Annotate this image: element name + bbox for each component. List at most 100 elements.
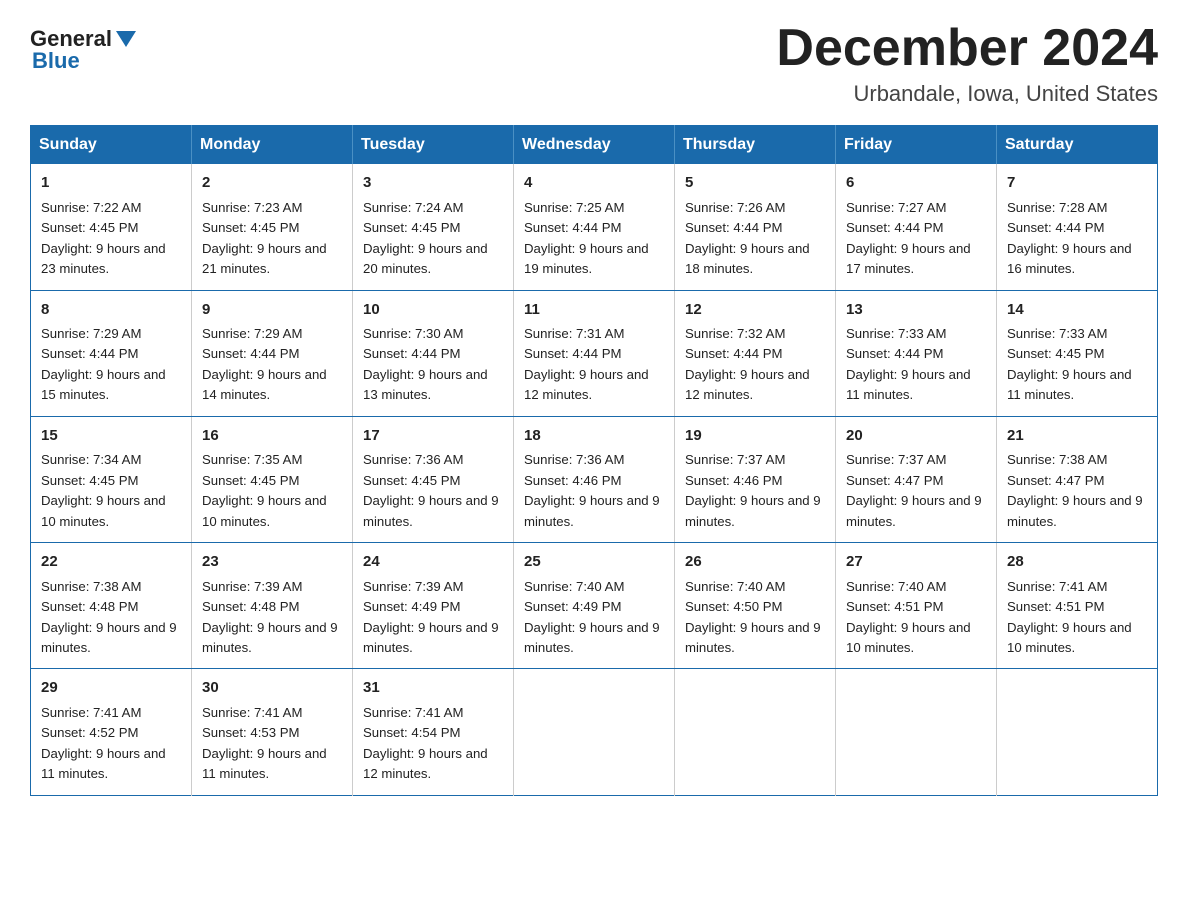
sunset-label: Sunset: 4:45 PM xyxy=(202,220,300,235)
day-number: 10 xyxy=(363,299,503,322)
calendar-cell: 26 Sunrise: 7:40 AM Sunset: 4:50 PM Dayl… xyxy=(675,543,836,669)
day-number: 30 xyxy=(202,677,342,700)
calendar-cell: 11 Sunrise: 7:31 AM Sunset: 4:44 PM Dayl… xyxy=(514,290,675,416)
daylight-label: Daylight: 9 hours and 23 minutes. xyxy=(41,241,166,276)
day-of-week-header: Saturday xyxy=(997,126,1158,165)
sunset-label: Sunset: 4:44 PM xyxy=(41,346,139,361)
daylight-label: Daylight: 9 hours and 11 minutes. xyxy=(202,746,327,781)
calendar-week-row: 15 Sunrise: 7:34 AM Sunset: 4:45 PM Dayl… xyxy=(31,416,1158,542)
daylight-label: Daylight: 9 hours and 15 minutes. xyxy=(41,367,166,402)
calendar-cell: 23 Sunrise: 7:39 AM Sunset: 4:48 PM Dayl… xyxy=(192,543,353,669)
day-number: 24 xyxy=(363,551,503,574)
day-info: Sunrise: 7:40 AM Sunset: 4:50 PM Dayligh… xyxy=(685,577,825,659)
sunrise-label: Sunrise: 7:39 AM xyxy=(202,579,302,594)
day-info: Sunrise: 7:22 AM Sunset: 4:45 PM Dayligh… xyxy=(41,198,181,280)
calendar-cell: 9 Sunrise: 7:29 AM Sunset: 4:44 PM Dayli… xyxy=(192,290,353,416)
calendar-cell xyxy=(675,669,836,795)
day-info: Sunrise: 7:41 AM Sunset: 4:51 PM Dayligh… xyxy=(1007,577,1147,659)
day-of-week-header: Monday xyxy=(192,126,353,165)
calendar-cell: 12 Sunrise: 7:32 AM Sunset: 4:44 PM Dayl… xyxy=(675,290,836,416)
day-info: Sunrise: 7:37 AM Sunset: 4:47 PM Dayligh… xyxy=(846,450,986,532)
day-info: Sunrise: 7:38 AM Sunset: 4:48 PM Dayligh… xyxy=(41,577,181,659)
sunrise-label: Sunrise: 7:26 AM xyxy=(685,200,785,215)
day-info: Sunrise: 7:39 AM Sunset: 4:48 PM Dayligh… xyxy=(202,577,342,659)
day-number: 15 xyxy=(41,425,181,448)
calendar-cell xyxy=(836,669,997,795)
day-number: 28 xyxy=(1007,551,1147,574)
sunset-label: Sunset: 4:44 PM xyxy=(363,346,461,361)
sunset-label: Sunset: 4:51 PM xyxy=(846,599,944,614)
day-info: Sunrise: 7:30 AM Sunset: 4:44 PM Dayligh… xyxy=(363,324,503,406)
sunset-label: Sunset: 4:44 PM xyxy=(685,220,783,235)
calendar-cell: 21 Sunrise: 7:38 AM Sunset: 4:47 PM Dayl… xyxy=(997,416,1158,542)
day-number: 29 xyxy=(41,677,181,700)
sunset-label: Sunset: 4:51 PM xyxy=(1007,599,1105,614)
sunrise-label: Sunrise: 7:29 AM xyxy=(41,326,141,341)
day-info: Sunrise: 7:34 AM Sunset: 4:45 PM Dayligh… xyxy=(41,450,181,532)
daylight-label: Daylight: 9 hours and 12 minutes. xyxy=(363,746,488,781)
day-info: Sunrise: 7:29 AM Sunset: 4:44 PM Dayligh… xyxy=(202,324,342,406)
day-number: 19 xyxy=(685,425,825,448)
month-title: December 2024 xyxy=(776,20,1158,77)
day-number: 12 xyxy=(685,299,825,322)
daylight-label: Daylight: 9 hours and 17 minutes. xyxy=(846,241,971,276)
calendar-week-row: 8 Sunrise: 7:29 AM Sunset: 4:44 PM Dayli… xyxy=(31,290,1158,416)
daylight-label: Daylight: 9 hours and 16 minutes. xyxy=(1007,241,1132,276)
sunset-label: Sunset: 4:44 PM xyxy=(202,346,300,361)
sunset-label: Sunset: 4:50 PM xyxy=(685,599,783,614)
sunset-label: Sunset: 4:44 PM xyxy=(1007,220,1105,235)
calendar-cell: 30 Sunrise: 7:41 AM Sunset: 4:53 PM Dayl… xyxy=(192,669,353,795)
sunset-label: Sunset: 4:45 PM xyxy=(1007,346,1105,361)
calendar-table: SundayMondayTuesdayWednesdayThursdayFrid… xyxy=(30,125,1158,796)
calendar-week-row: 1 Sunrise: 7:22 AM Sunset: 4:45 PM Dayli… xyxy=(31,164,1158,290)
sunset-label: Sunset: 4:47 PM xyxy=(846,473,944,488)
day-info: Sunrise: 7:27 AM Sunset: 4:44 PM Dayligh… xyxy=(846,198,986,280)
day-number: 11 xyxy=(524,299,664,322)
sunrise-label: Sunrise: 7:38 AM xyxy=(41,579,141,594)
calendar-cell: 20 Sunrise: 7:37 AM Sunset: 4:47 PM Dayl… xyxy=(836,416,997,542)
sunrise-label: Sunrise: 7:38 AM xyxy=(1007,452,1107,467)
day-of-week-header: Sunday xyxy=(31,126,192,165)
day-info: Sunrise: 7:33 AM Sunset: 4:45 PM Dayligh… xyxy=(1007,324,1147,406)
day-info: Sunrise: 7:38 AM Sunset: 4:47 PM Dayligh… xyxy=(1007,450,1147,532)
calendar-week-row: 22 Sunrise: 7:38 AM Sunset: 4:48 PM Dayl… xyxy=(31,543,1158,669)
sunrise-label: Sunrise: 7:27 AM xyxy=(846,200,946,215)
sunset-label: Sunset: 4:45 PM xyxy=(363,473,461,488)
day-number: 18 xyxy=(524,425,664,448)
day-number: 2 xyxy=(202,172,342,195)
sunrise-label: Sunrise: 7:33 AM xyxy=(846,326,946,341)
sunrise-label: Sunrise: 7:40 AM xyxy=(524,579,624,594)
calendar-cell: 3 Sunrise: 7:24 AM Sunset: 4:45 PM Dayli… xyxy=(353,164,514,290)
sunrise-label: Sunrise: 7:40 AM xyxy=(846,579,946,594)
calendar-cell: 15 Sunrise: 7:34 AM Sunset: 4:45 PM Dayl… xyxy=(31,416,192,542)
sunset-label: Sunset: 4:53 PM xyxy=(202,725,300,740)
day-of-week-header: Friday xyxy=(836,126,997,165)
calendar-cell xyxy=(997,669,1158,795)
calendar-cell: 2 Sunrise: 7:23 AM Sunset: 4:45 PM Dayli… xyxy=(192,164,353,290)
daylight-label: Daylight: 9 hours and 9 minutes. xyxy=(685,620,821,655)
day-info: Sunrise: 7:33 AM Sunset: 4:44 PM Dayligh… xyxy=(846,324,986,406)
calendar-header: SundayMondayTuesdayWednesdayThursdayFrid… xyxy=(31,126,1158,165)
sunrise-label: Sunrise: 7:32 AM xyxy=(685,326,785,341)
day-number: 17 xyxy=(363,425,503,448)
calendar-cell: 10 Sunrise: 7:30 AM Sunset: 4:44 PM Dayl… xyxy=(353,290,514,416)
day-info: Sunrise: 7:29 AM Sunset: 4:44 PM Dayligh… xyxy=(41,324,181,406)
day-info: Sunrise: 7:39 AM Sunset: 4:49 PM Dayligh… xyxy=(363,577,503,659)
daylight-label: Daylight: 9 hours and 9 minutes. xyxy=(846,493,982,528)
sunset-label: Sunset: 4:49 PM xyxy=(363,599,461,614)
calendar-cell: 29 Sunrise: 7:41 AM Sunset: 4:52 PM Dayl… xyxy=(31,669,192,795)
sunrise-label: Sunrise: 7:36 AM xyxy=(524,452,624,467)
calendar-cell: 28 Sunrise: 7:41 AM Sunset: 4:51 PM Dayl… xyxy=(997,543,1158,669)
sunrise-label: Sunrise: 7:28 AM xyxy=(1007,200,1107,215)
sunrise-label: Sunrise: 7:41 AM xyxy=(1007,579,1107,594)
daylight-label: Daylight: 9 hours and 9 minutes. xyxy=(524,620,660,655)
sunrise-label: Sunrise: 7:41 AM xyxy=(41,705,141,720)
calendar-cell: 17 Sunrise: 7:36 AM Sunset: 4:45 PM Dayl… xyxy=(353,416,514,542)
sunrise-label: Sunrise: 7:36 AM xyxy=(363,452,463,467)
page-header: General Blue December 2024 Urbandale, Io… xyxy=(30,20,1158,107)
day-number: 25 xyxy=(524,551,664,574)
daylight-label: Daylight: 9 hours and 9 minutes. xyxy=(363,493,499,528)
daylight-label: Daylight: 9 hours and 10 minutes. xyxy=(1007,620,1132,655)
day-info: Sunrise: 7:24 AM Sunset: 4:45 PM Dayligh… xyxy=(363,198,503,280)
calendar-cell: 16 Sunrise: 7:35 AM Sunset: 4:45 PM Dayl… xyxy=(192,416,353,542)
